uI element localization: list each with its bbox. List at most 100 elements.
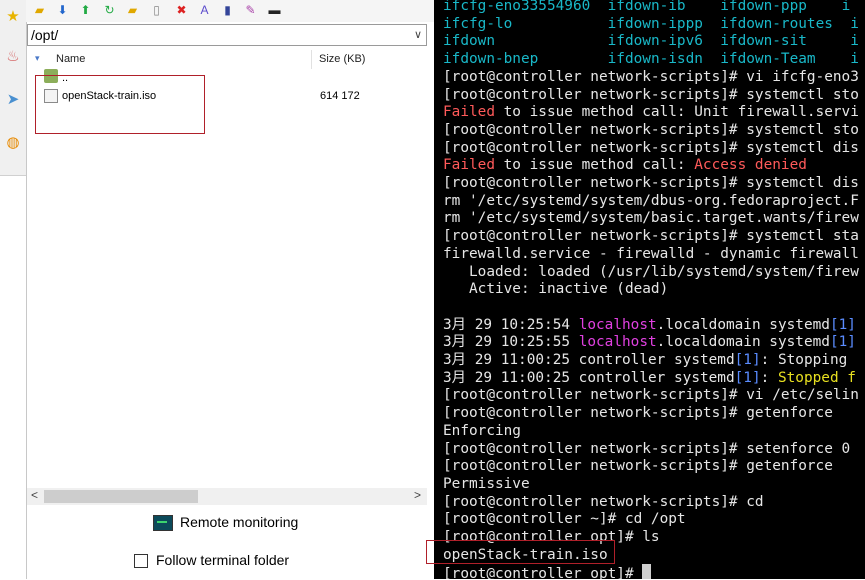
terminal-text: 3月 29 11:00:25 controller systemd (443, 369, 735, 386)
terminal-line: [root@controller network-scripts]# geten… (443, 458, 833, 476)
terminal-line: [root@controller network-scripts]# cd (443, 494, 764, 512)
dock-panel (0, 175, 26, 580)
column-name[interactable]: Name (56, 53, 85, 65)
terminal-text: Enforcing (443, 422, 521, 439)
thermometer-icon[interactable]: ♨ (4, 48, 22, 66)
terminal-text: Access denied (694, 157, 807, 174)
highlight-box-files (35, 75, 205, 134)
globe-icon[interactable]: ◍ (4, 134, 22, 152)
file-list-header: ▾ Name Size (KB) (27, 50, 427, 69)
terminal-text: ifdown-ppp (720, 0, 807, 14)
terminal-text: rm '/etc/systemd/system/dbus-org.fedorap… (443, 192, 859, 209)
terminal-line: rm '/etc/systemd/system/dbus-org.fedorap… (443, 193, 859, 211)
terminal-line: ifdown ifdown-ipv6 ifdown-sit i (443, 33, 859, 51)
upload-icon[interactable]: ⬆ (77, 2, 94, 19)
follow-terminal-toggle[interactable]: Follow terminal folder (134, 552, 290, 569)
column-size[interactable]: Size (KB) (319, 53, 365, 65)
follow-terminal-label: Follow terminal folder (156, 552, 290, 568)
scroll-thumb[interactable] (44, 490, 198, 503)
terminal-line: firewalld.service - firewalld - dynamic … (443, 246, 859, 264)
terminal-text: [root@controller opt]# (443, 566, 643, 579)
terminal-text: [root@controller network-scripts]# syste… (443, 121, 859, 138)
terminal-text: ifcfg-eno33554960 (443, 0, 591, 14)
terminal-line: ifcfg-lo ifdown-ippp ifdown-routes i (443, 16, 859, 34)
terminal-text: ifdown-Team (720, 51, 816, 68)
terminal-text: [1] (829, 316, 856, 333)
scroll-right-icon[interactable]: > (414, 488, 421, 502)
terminal-text: [1] (829, 334, 856, 351)
remote-monitoring-label: Remote monitoring (180, 514, 299, 530)
terminal-text: [1] (734, 352, 761, 368)
sort-caret-icon[interactable]: ▾ (35, 53, 40, 64)
terminal-text: i (841, 0, 851, 14)
terminal-text: Stopped f (777, 369, 856, 386)
terminal-line: [root@controller ~]# cd /opt (443, 511, 686, 529)
delete-icon[interactable]: ✖ (173, 2, 190, 19)
terminal-line: ifdown-bnep ifdown-isdn ifdown-Team i (443, 51, 859, 69)
terminal-text: [root@controller network-scripts]# seten… (443, 440, 851, 457)
terminal-text: Failed (443, 104, 495, 121)
terminal-text: [root@controller network-scripts]# syste… (443, 139, 859, 156)
terminal-text: i (850, 33, 859, 50)
column-divider[interactable] (311, 50, 312, 69)
terminal-line: Failed to issue method call: Access deni… (443, 157, 807, 175)
terminal-text: [root@controller ~]# cd /opt (443, 511, 686, 528)
terminal-line: [root@controller network-scripts]# syste… (443, 175, 859, 193)
horizontal-scrollbar[interactable]: < > (27, 488, 427, 505)
terminal-text: Loaded: loaded (/usr/lib/systemd/system/… (443, 263, 859, 280)
terminal-text: 3月 29 11:00:25 controller systemd (443, 352, 735, 368)
folder-icon[interactable]: ▰ (31, 2, 48, 19)
scroll-left-icon[interactable]: < (31, 488, 38, 502)
star-icon[interactable]: ★ (4, 8, 22, 26)
sftp-toolbar: ▰ ⬇ ⬆ ↻ ▰ ▯ ✖ A ▮ ✎ ▬ (26, 0, 434, 22)
new-folder-icon[interactable]: ▰ (124, 2, 141, 19)
terminal-text: Permissive (443, 475, 530, 492)
terminal-text: to issue method call: (494, 157, 695, 174)
terminal-output[interactable]: ifcfg-eno33554960 ifdown-ib ifdown-ppp i… (434, 0, 865, 579)
terminal-text: [root@controller network-scripts]# geten… (443, 405, 833, 422)
terminal-text: 3月 29 10:25:55 (443, 334, 579, 351)
terminal-text: [1] (734, 369, 761, 386)
terminal-text: i (850, 51, 859, 68)
terminal-text: ifdown-ipv6 (607, 33, 703, 50)
terminal-text: ifdown-bnep (443, 51, 539, 68)
properties-icon[interactable]: ▮ (219, 2, 236, 19)
terminal-text: : Stopping (760, 352, 856, 368)
terminal-line: [root@controller network-scripts]# syste… (443, 122, 859, 140)
terminal-text: [root@controller network-scripts]# syste… (443, 228, 859, 245)
terminal-text: Active: inactive (dead) (443, 281, 669, 298)
follow-terminal-checkbox[interactable] (134, 554, 148, 569)
refresh-icon[interactable]: ↻ (101, 2, 118, 19)
terminal-text: Failed (443, 157, 495, 174)
terminal-line: [root@controller network-scripts]# geten… (443, 405, 833, 423)
terminal-icon[interactable]: ▬ (266, 2, 283, 19)
terminal-line: ifcfg-eno33554960 ifdown-ib ifdown-ppp i (443, 0, 850, 16)
chevron-down-icon[interactable]: ∨ (414, 25, 422, 45)
terminal-line: Active: inactive (dead) (443, 281, 668, 299)
terminal-text: [root@controller network-scripts]# syste… (443, 86, 859, 103)
send-icon[interactable]: ➤ (4, 91, 22, 109)
terminal-line: [root@controller network-scripts]# vi if… (443, 69, 859, 87)
magic-icon[interactable]: ✎ (242, 2, 259, 19)
terminal-line: [root@controller network-scripts]# syste… (443, 140, 859, 158)
terminal-text: [root@controller network-scripts]# geten… (443, 458, 833, 475)
terminal-text: .localdomain systemd (656, 316, 830, 333)
terminal-text: ifdown-sit (720, 33, 807, 50)
terminal-line: 3月 29 10:25:55 localhost.localdomain sys… (443, 334, 856, 352)
terminal-text: i (850, 15, 859, 32)
path-input[interactable]: /opt/ ∨ (27, 24, 427, 46)
download-icon[interactable]: ⬇ (54, 2, 71, 19)
terminal-text: to issue method call: Unit firewall.serv… (494, 104, 859, 121)
remote-monitoring-button[interactable]: Remote monitoring (153, 514, 299, 532)
rename-icon[interactable]: A (196, 2, 213, 19)
new-file-icon[interactable]: ▯ (148, 2, 165, 19)
